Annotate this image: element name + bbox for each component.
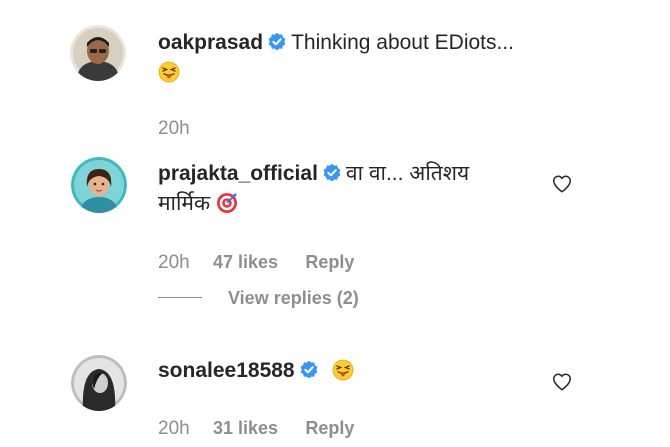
likes-count[interactable]: 47 likes xyxy=(213,252,278,273)
reply-button[interactable]: Reply xyxy=(305,252,354,273)
comment-text-line2: मार्मिक xyxy=(158,192,211,215)
avatar-sonalee18588[interactable] xyxy=(71,355,127,411)
avatar-prajakta-official[interactable] xyxy=(71,157,127,213)
heart-outline-icon[interactable] xyxy=(551,173,573,195)
comment-text-line1: वा वा... अतिशय xyxy=(345,162,470,185)
view-replies-label[interactable]: View replies (2) xyxy=(228,288,359,308)
direct-hit-target-emoji xyxy=(216,193,237,213)
comment-time[interactable]: 20h xyxy=(158,118,190,140)
view-replies-button[interactable]: View replies (2) xyxy=(158,288,359,314)
avatar-oakprasad[interactable] xyxy=(70,25,126,81)
username-prajakta-official[interactable]: prajakta_official xyxy=(158,162,318,185)
verified-badge-icon xyxy=(268,32,286,51)
comments-panel: oakprasad Thinking about EDiots... 20h p… xyxy=(0,0,670,447)
verified-badge-icon xyxy=(323,163,341,182)
username-sonalee18588[interactable]: sonalee18588 xyxy=(158,359,295,382)
comment-time[interactable]: 20h xyxy=(158,418,190,440)
reply-button[interactable]: Reply xyxy=(305,418,354,439)
username-oakprasad[interactable]: oakprasad xyxy=(158,31,263,54)
heart-outline-icon[interactable] xyxy=(551,371,573,393)
squinting-tongue-emoji xyxy=(333,359,354,381)
verified-badge-icon xyxy=(300,360,318,379)
comment-text: Thinking about EDiots... xyxy=(291,31,515,54)
comment-time[interactable]: 20h xyxy=(158,252,190,274)
squinting-tongue-emoji xyxy=(158,61,180,83)
replies-divider xyxy=(158,297,202,298)
likes-count[interactable]: 31 likes xyxy=(213,418,278,439)
